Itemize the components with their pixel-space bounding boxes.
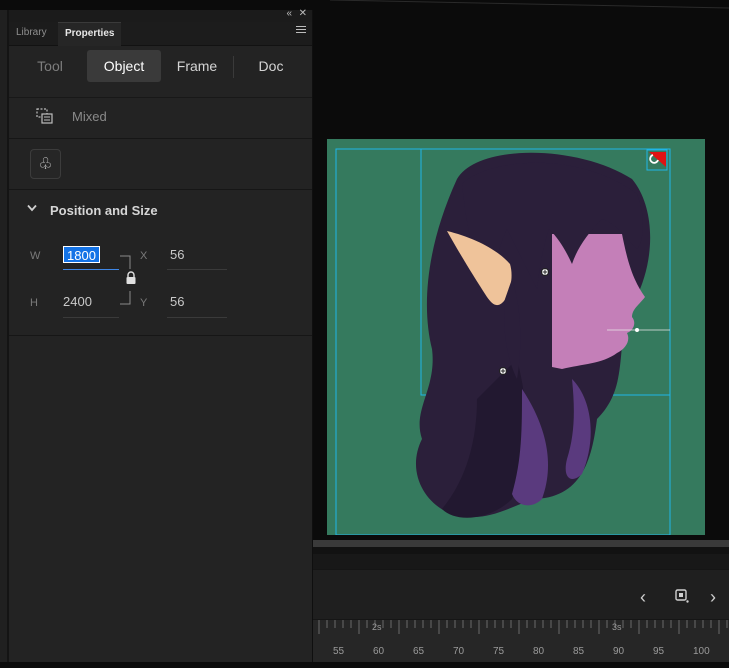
club-icon: ♧ [38,156,53,173]
stage[interactable] [327,139,705,535]
transform-point[interactable] [635,328,639,332]
width-field[interactable]: 1800 [63,246,100,263]
width-label: W [30,250,41,262]
tick-label: 100 [693,646,710,657]
tick-label: 75 [493,646,505,657]
segment-frame[interactable]: Frame [164,50,230,82]
panel-menu-icon[interactable] [296,26,306,35]
segment-object[interactable]: Object [87,50,161,82]
width-underline [63,269,119,270]
registration-point-lower[interactable] [499,367,507,375]
timeline-divider[interactable] [313,540,729,547]
section-title[interactable]: Position and Size [50,203,158,218]
height-field[interactable]: 2400 [63,294,92,309]
tab-library[interactable]: Library [9,22,54,46]
segment-tool[interactable]: Tool [19,50,81,82]
registration-point-upper[interactable] [541,268,549,276]
time-marker-3s: 3s [612,622,622,632]
timeline-controls [313,571,729,619]
height-underline [63,317,119,318]
x-underline [167,269,227,270]
insert-keyframe-icon[interactable] [675,589,689,603]
tick-label: 85 [573,646,585,657]
properties-panel: « ✕ Library Properties Tool Object Frame… [8,8,313,662]
height-label: H [30,297,38,309]
y-underline [167,317,227,318]
segment-divider [233,56,234,78]
top-edge-line [330,0,729,9]
timeline-panel: ‹ › 2s 3s 55 60 65 70 75 80 85 90 95 100 [313,547,729,662]
tick-label: 90 [613,646,625,657]
tick-label: 60 [373,646,385,657]
symbol-row: ♧ [9,140,312,190]
left-gutter [0,10,8,662]
chevron-down-icon[interactable] [27,204,37,212]
timeline-header [313,547,729,554]
tick-label: 80 [533,646,545,657]
y-label: Y [140,297,148,309]
timeline-ruler[interactable]: 2s 3s 55 60 65 70 75 80 85 90 95 100 [313,619,729,662]
y-field[interactable]: 56 [170,294,184,309]
mixed-selection-icon [36,108,53,124]
top-strip [0,0,729,10]
selection-type-label: Mixed [72,109,107,124]
lock-icon[interactable] [125,271,137,285]
next-frame-icon[interactable]: › [710,587,716,608]
tick-label: 55 [333,646,345,657]
time-marker-2s: 2s [372,622,382,632]
segment-doc[interactable]: Doc [238,50,304,82]
convert-to-symbol-button[interactable]: ♧ [30,149,61,179]
close-panel-icon[interactable]: ✕ [299,8,307,19]
x-label: X [140,250,148,262]
tab-properties[interactable]: Properties [58,22,122,46]
tick-label: 70 [453,646,465,657]
previous-frame-icon[interactable]: ‹ [640,587,646,608]
properties-segment-control: Tool Object Frame Doc [9,46,312,98]
tick-label: 95 [653,646,665,657]
panel-header: « ✕ [9,8,312,22]
timeline-layer-strip [313,554,729,570]
panel-tab-bar: Library Properties [9,22,312,46]
collapse-panel-icon[interactable]: « [286,8,292,19]
selection-type-row: Mixed [9,99,312,139]
canvas-area [313,10,729,540]
x-field[interactable]: 56 [170,247,184,262]
tick-label: 65 [413,646,425,657]
position-and-size-section: Position and Size W 1800 X 56 H 2400 Y 5… [9,191,312,336]
